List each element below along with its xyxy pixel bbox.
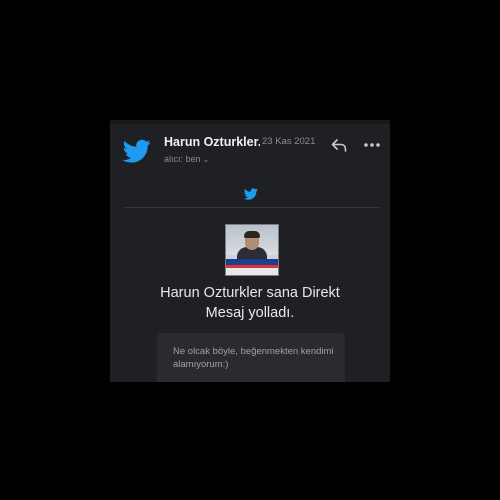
reply-arrow-icon[interactable] [330, 136, 348, 154]
photo-hair [244, 231, 260, 238]
email-panel: Harun Ozturkler... 23 Kas 2021 alıcı: be… [110, 120, 390, 382]
recipient-label: alıcı: ben [164, 154, 201, 164]
headline-line-2: Mesaj yolladı. [205, 305, 295, 321]
header-divider [124, 207, 380, 208]
headline-line-1: Harun Ozturkler sana Direkt [160, 285, 340, 301]
chevron-down-icon: ⌄ [202, 155, 210, 164]
profile-photo[interactable] [225, 224, 279, 276]
message-text: Ne olcak böyle, beğenmekten kendimi alam… [173, 346, 334, 370]
message-bubble[interactable]: Ne olcak böyle, beğenmekten kendimi alam… [157, 333, 345, 382]
twitter-bird-icon [123, 139, 151, 163]
notification-headline: Harun Ozturkler sana Direkt Mesaj yollad… [130, 283, 370, 323]
sender-name[interactable]: Harun Ozturkler... [164, 135, 260, 149]
recipient-toggle[interactable]: alıcı: ben ⌄ [164, 154, 209, 164]
twitter-bird-icon [244, 188, 258, 200]
panel-top-strip [110, 120, 390, 124]
more-dots-icon[interactable] [362, 136, 382, 154]
email-date: 23 Kas 2021 [262, 136, 316, 147]
photo-bottom [226, 268, 278, 275]
